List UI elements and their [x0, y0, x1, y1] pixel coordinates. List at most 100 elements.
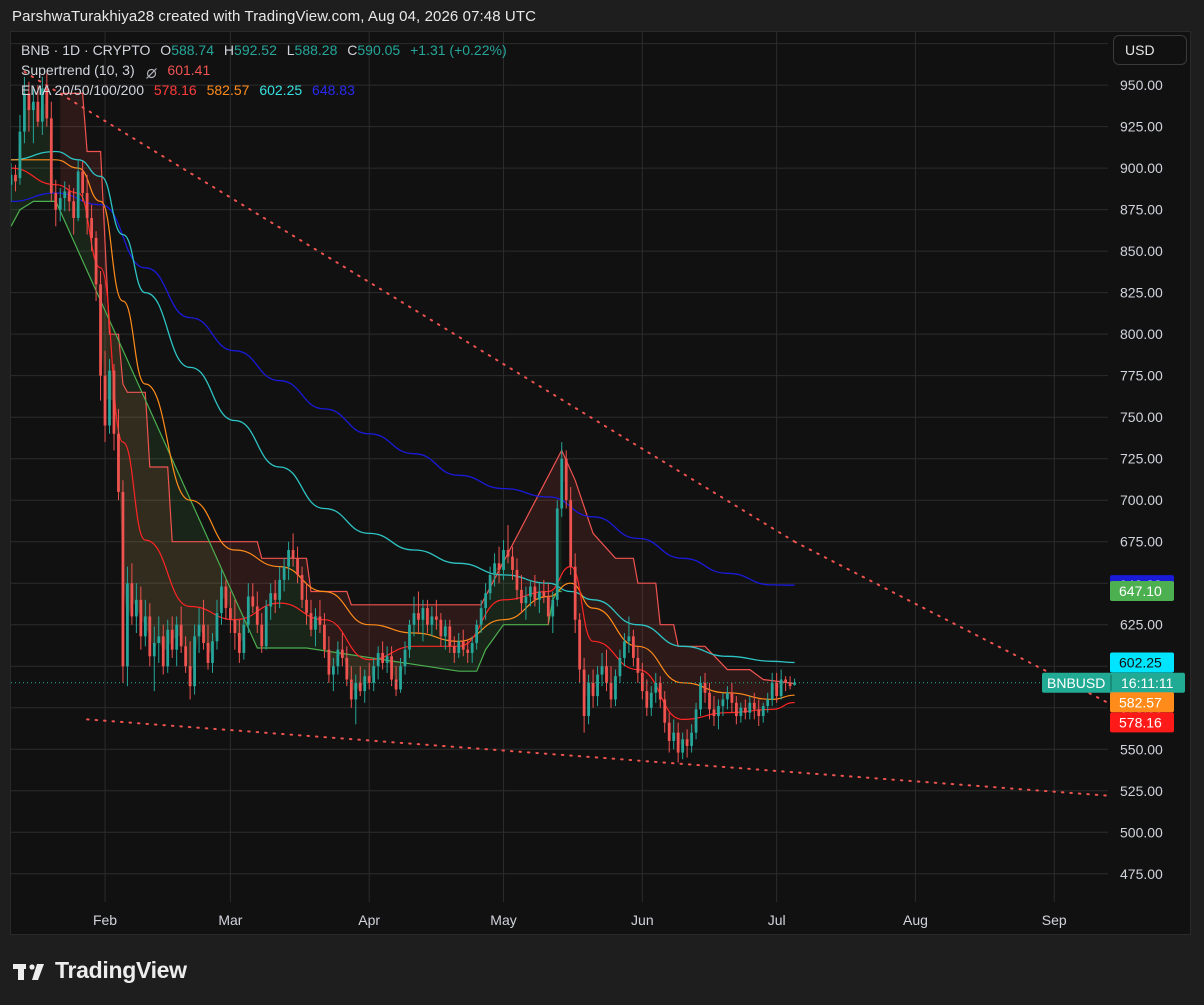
open-value: 588.74: [171, 42, 215, 58]
candle-body: [421, 608, 425, 620]
ema200-value: 648.83: [312, 82, 355, 98]
candle-body: [672, 732, 676, 741]
candle-body: [394, 679, 398, 690]
time-axis-label: Feb: [93, 912, 117, 928]
price-axis-label: 550.00: [1120, 741, 1163, 757]
symbol-label[interactable]: BNB · 1D · CRYPTO: [21, 42, 150, 58]
candle-body: [779, 679, 783, 697]
price-chart[interactable]: 475.00500.00525.00550.00575.00600.00625.…: [0, 0, 1204, 1005]
candle-body: [229, 608, 232, 620]
ema20-value: 578.16: [153, 82, 197, 98]
last-price-tag-countdown: 16:11:11: [1121, 675, 1174, 691]
candle-body: [175, 624, 179, 650]
candle-body: [587, 682, 590, 717]
candle-body: [497, 563, 501, 570]
candle-body: [752, 702, 756, 710]
candle-body: [36, 101, 40, 122]
candle-body: [537, 591, 541, 600]
candle-body: [560, 458, 564, 509]
candle-body: [161, 636, 165, 667]
price-axis-label: 775.00: [1120, 368, 1163, 384]
chart-legend: BNB · 1D · CRYPTO O588.74 H592.52 L588.2…: [21, 40, 507, 100]
candle-body: [103, 375, 107, 426]
candle-body: [363, 676, 367, 692]
candle-body: [273, 593, 277, 600]
candle-body: [748, 702, 752, 713]
tradingview-logo-icon: [13, 961, 49, 981]
candle-body: [381, 652, 385, 663]
candle-body: [470, 642, 474, 653]
open-label: O: [160, 42, 172, 58]
candle-body: [300, 574, 304, 600]
price-axis-label: 700.00: [1120, 492, 1163, 508]
candle-body: [605, 666, 608, 683]
candle-body: [667, 722, 671, 741]
candle-body: [385, 656, 389, 663]
change-value: +1.31 (+0.22%): [410, 42, 507, 58]
candle-body: [551, 599, 555, 617]
candle-body: [94, 237, 98, 285]
currency-label: USD: [1125, 42, 1155, 58]
candle-body: [399, 666, 402, 690]
candle-body: [457, 641, 461, 653]
candle-body: [520, 589, 523, 604]
candle-body: [90, 217, 93, 238]
candle: [18, 115, 22, 185]
candle-body: [31, 101, 35, 111]
candle-body: [766, 699, 770, 707]
candle-body: [734, 702, 738, 717]
candle-body: [327, 649, 331, 675]
price-tag-label: 578.16: [1119, 714, 1162, 730]
time-axis-label: Apr: [358, 912, 380, 928]
high-value: 592.52: [234, 42, 277, 58]
time-axis-label: Mar: [218, 912, 242, 928]
supertrend-row[interactable]: Supertrend (10, 3) 601.41: [21, 60, 507, 80]
candle-body: [573, 566, 577, 620]
price-axis-label: 475.00: [1120, 866, 1163, 882]
candle-body: [76, 171, 80, 218]
tradingview-footer[interactable]: TradingView: [13, 957, 187, 984]
price-tag-label: 602.25: [1119, 655, 1162, 671]
candle-body: [246, 596, 250, 625]
candle: [770, 672, 774, 707]
ema-row[interactable]: EMA 20/50/100/200 578.16 582.57 602.25 6…: [21, 80, 507, 100]
candle-body: [721, 699, 725, 707]
candle-body: [511, 556, 514, 570]
candle-body: [197, 624, 201, 637]
candle-body: [211, 641, 214, 663]
candle-body: [712, 709, 716, 717]
candle-body: [582, 669, 586, 717]
candle-body: [618, 657, 622, 677]
candle-body: [72, 201, 76, 218]
candle-body: [788, 682, 792, 687]
low-value: 588.28: [294, 42, 338, 58]
ohlc-row: BNB · 1D · CRYPTO O588.74 H592.52 L588.2…: [21, 40, 507, 60]
price-axis-label: 925.00: [1120, 119, 1163, 135]
candle: [264, 599, 268, 650]
candle-body: [448, 626, 452, 647]
candle-body: [121, 491, 125, 667]
candle-body: [475, 624, 479, 643]
tradingview-brand: TradingView: [55, 957, 187, 983]
candle-body: [112, 370, 116, 434]
candle-body: [134, 599, 138, 617]
candle-body: [703, 682, 707, 693]
price-axis-label: 675.00: [1120, 534, 1163, 550]
candle-body: [663, 699, 667, 723]
candle: [49, 101, 53, 202]
candle-body: [596, 674, 599, 697]
candle-body: [493, 563, 496, 575]
candle-body: [430, 616, 434, 625]
eye-off-icon[interactable]: [145, 65, 158, 79]
currency-button[interactable]: USD: [1113, 35, 1187, 65]
candle-body: [179, 624, 183, 647]
candle-body: [685, 739, 689, 746]
trendline: [86, 718, 1108, 797]
candle-body: [564, 458, 568, 501]
supertrend-value: 601.41: [167, 62, 211, 78]
candle-body: [533, 586, 537, 600]
candle-body: [757, 709, 761, 717]
ema100-value: 602.25: [259, 82, 303, 98]
candle-body: [282, 566, 286, 580]
time-axis-label: May: [490, 912, 516, 928]
